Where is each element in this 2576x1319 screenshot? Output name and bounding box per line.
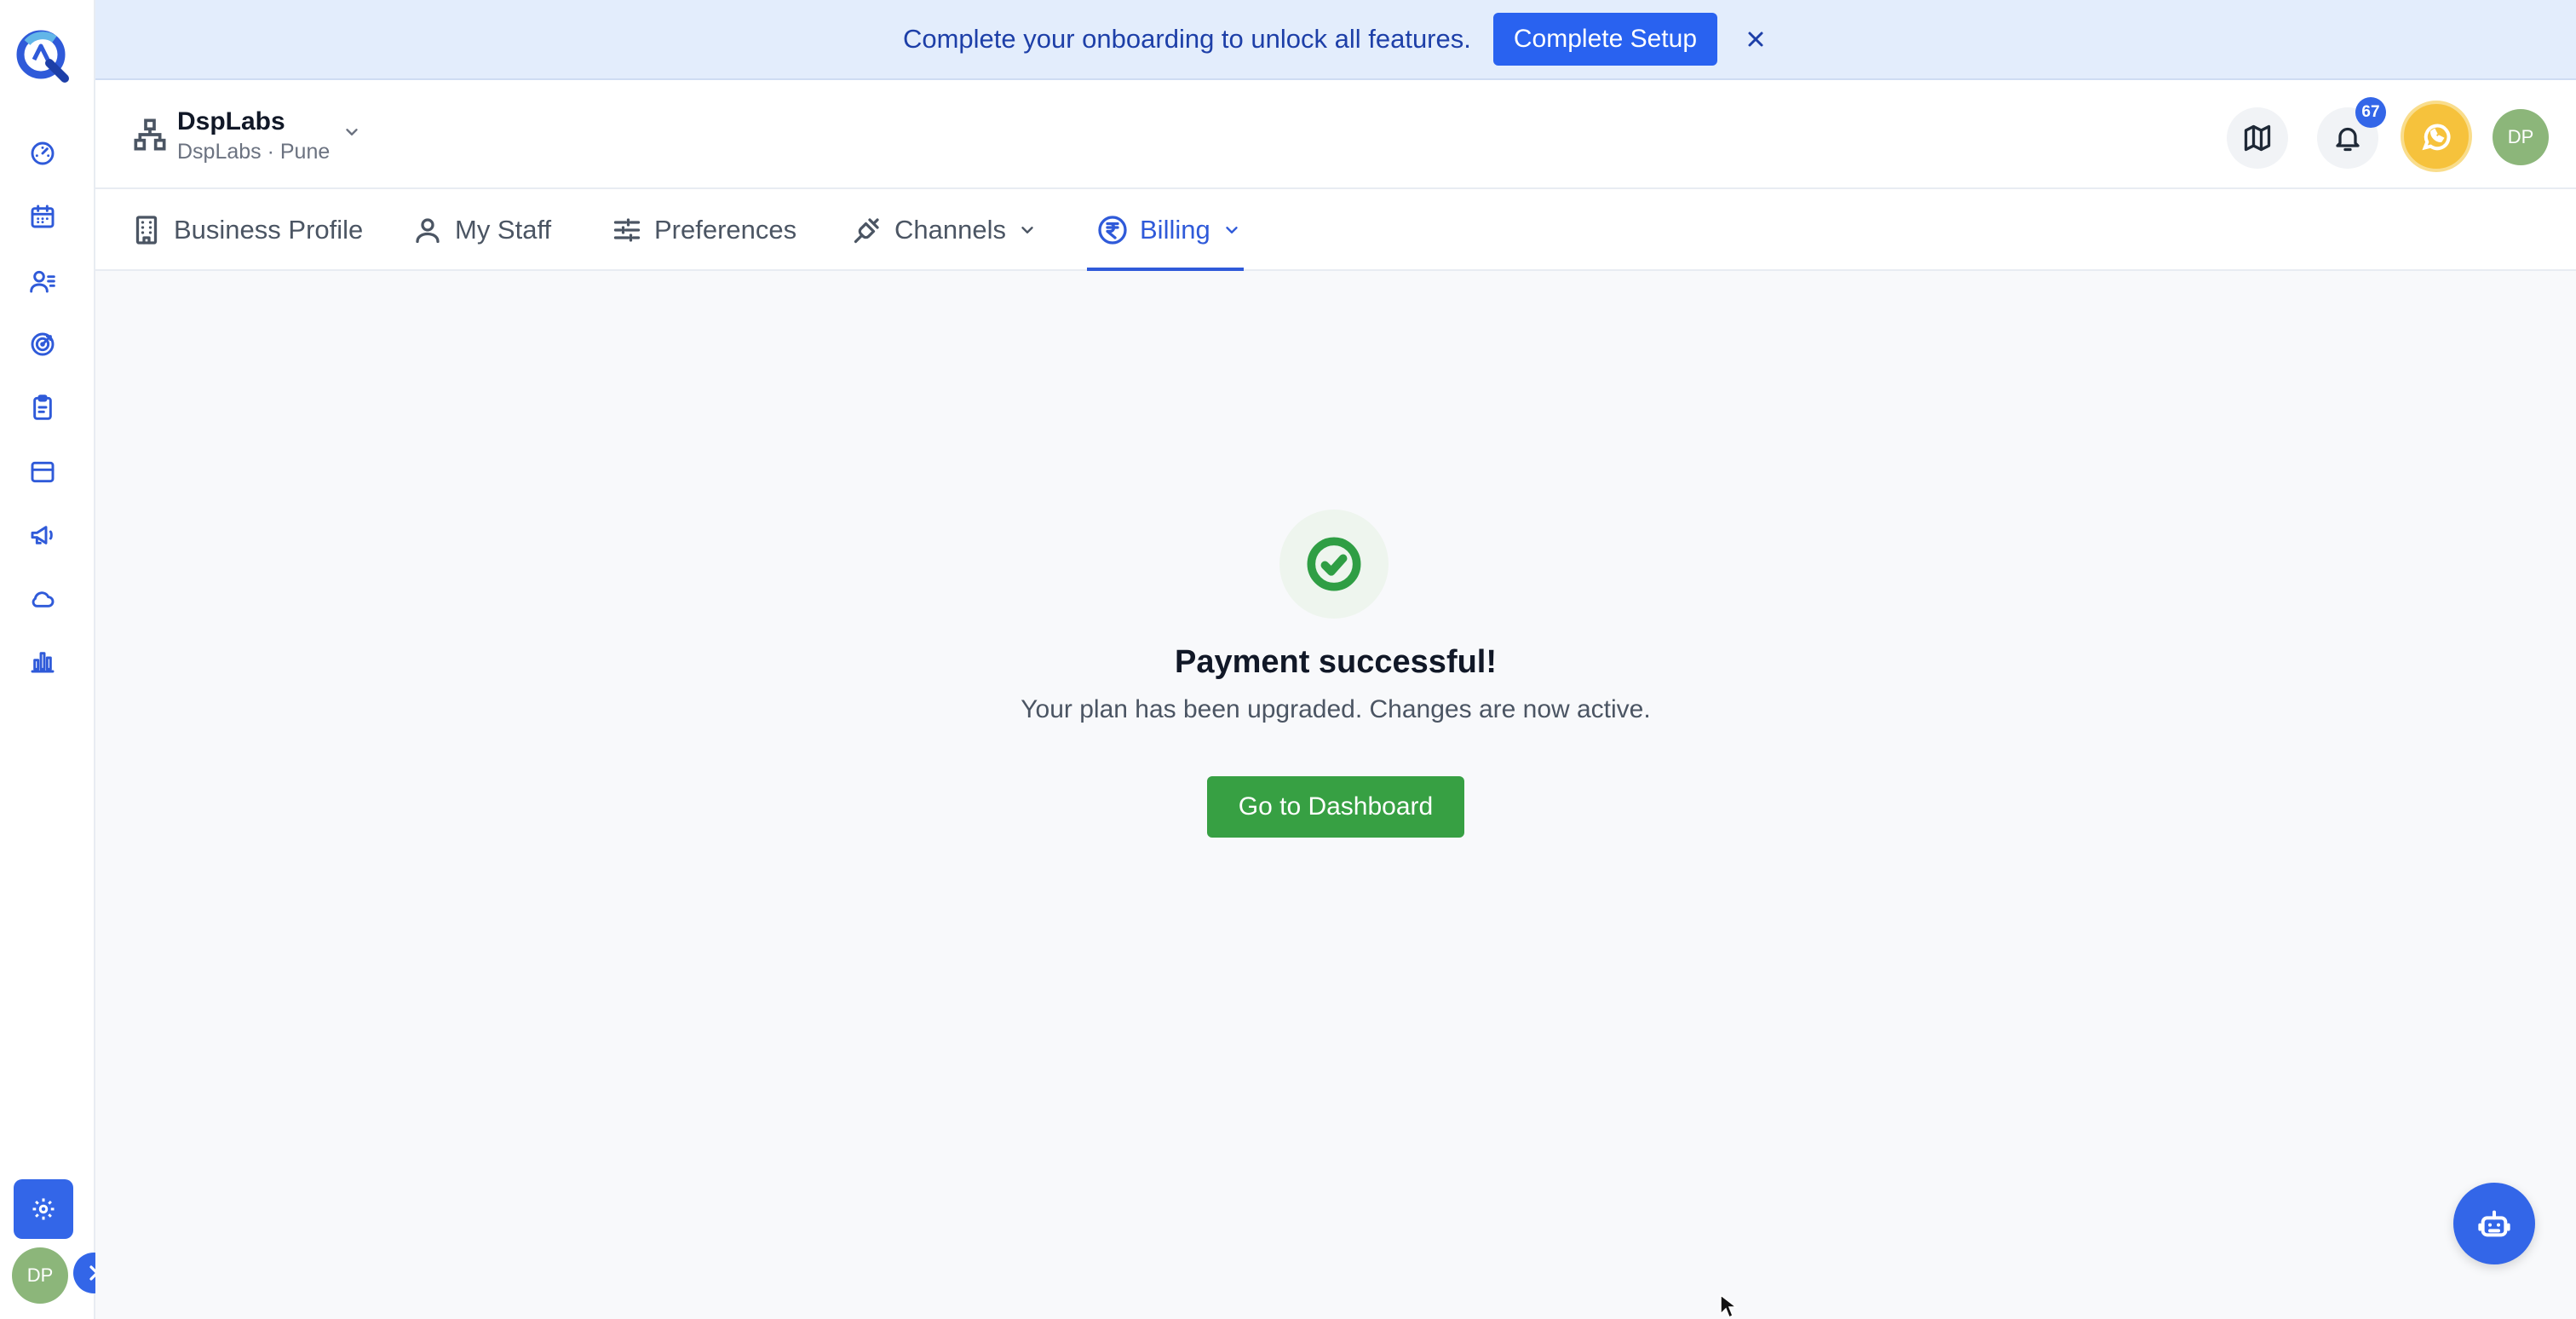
- org-switcher-chevron[interactable]: [342, 123, 361, 141]
- close-icon: [1748, 32, 1763, 47]
- top-header: DspLabs DspLabs · Pune 67 DP: [95, 82, 2576, 189]
- cloud-icon[interactable]: [26, 581, 60, 615]
- dashboard-icon[interactable]: [26, 136, 60, 170]
- tab-label: Billing: [1140, 215, 1210, 245]
- plug-icon: [854, 218, 879, 244]
- go-to-dashboard-button[interactable]: Go to Dashboard: [1207, 776, 1464, 838]
- whatsapp-icon: [2422, 124, 2451, 151]
- sidebar: DP: [0, 0, 114, 1319]
- gear-icon: [32, 1198, 55, 1220]
- page-subtitle: Your plan has been upgraded. Changes are…: [1021, 695, 1651, 723]
- tab-business-profile[interactable]: Business Profile: [131, 189, 363, 271]
- chevron-down-icon: [1021, 227, 1033, 233]
- tab-channels[interactable]: Channels: [852, 189, 1037, 271]
- settings-tabs: Business Profile My Staff Preferences Ch…: [95, 189, 2576, 271]
- banner-message: Complete your onboarding to unlock all f…: [902, 24, 1471, 54]
- bot-icon: [2478, 1210, 2510, 1237]
- tab-label: Preferences: [654, 215, 797, 245]
- tab-label: My Staff: [455, 215, 552, 245]
- check-circle-icon: [1307, 537, 1361, 591]
- map-icon: [2244, 124, 2271, 152]
- page-title: Payment successful!: [1174, 644, 1498, 680]
- success-status: [1279, 510, 1389, 619]
- settings-button[interactable]: [14, 1179, 73, 1239]
- bell-icon: [2336, 127, 2360, 152]
- sidebar-avatar[interactable]: DP: [12, 1247, 68, 1304]
- tab-label: Business Profile: [174, 215, 364, 245]
- org-name[interactable]: DspLabs: [177, 107, 285, 136]
- target-icon[interactable]: [26, 327, 60, 361]
- chevron-down-icon: [1226, 227, 1238, 233]
- onboarding-banner: Complete your onboarding to unlock all f…: [95, 0, 2576, 80]
- mouse-cursor-icon: [1719, 1293, 1739, 1319]
- rupee-icon: [1098, 216, 1127, 245]
- clipboard-icon[interactable]: [26, 390, 60, 424]
- chatbot-button[interactable]: [2453, 1183, 2535, 1264]
- complete-setup-button[interactable]: Complete Setup: [1492, 13, 1718, 66]
- banner-close-button[interactable]: [1743, 26, 1768, 52]
- megaphone-icon[interactable]: [26, 518, 60, 552]
- app-logo-icon[interactable]: [12, 26, 73, 84]
- chart-icon[interactable]: [26, 644, 60, 678]
- org-location: DspLabs · Pune: [177, 140, 331, 164]
- user-icon: [416, 218, 440, 244]
- main-content: Payment successful! Your plan has been u…: [95, 271, 2576, 1319]
- tab-billing[interactable]: Billing: [1097, 189, 1241, 271]
- tab-my-staff[interactable]: My Staff: [412, 189, 551, 271]
- chevron-down-icon: [346, 129, 358, 135]
- org-hierarchy-icon: [133, 118, 167, 152]
- notification-count-badge: 67: [2355, 97, 2386, 128]
- tab-label: Channels: [894, 215, 1006, 245]
- calendar-icon[interactable]: [26, 199, 60, 233]
- contacts-icon[interactable]: [26, 264, 60, 298]
- building-icon: [135, 216, 158, 245]
- sliders-icon: [613, 218, 641, 242]
- card-icon[interactable]: [26, 455, 60, 489]
- map-button[interactable]: [2227, 107, 2288, 169]
- whatsapp-button[interactable]: [2401, 101, 2472, 172]
- tab-preferences[interactable]: Preferences: [612, 189, 796, 271]
- user-avatar[interactable]: DP: [2493, 109, 2549, 165]
